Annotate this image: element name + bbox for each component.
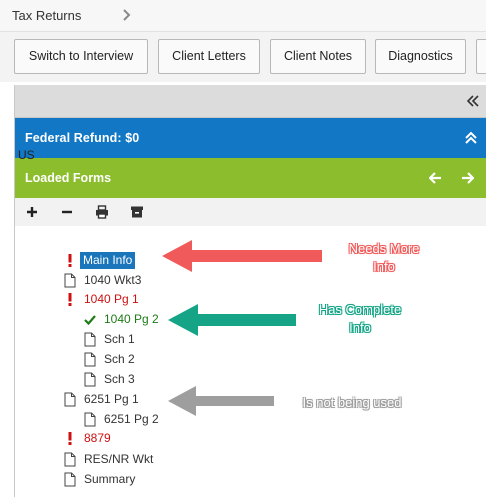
not-used-note: Is not being used [302,395,402,410]
green-arrow-icon [168,304,296,336]
gray-arrow-icon [168,386,274,416]
red-arrow-icon [162,240,322,272]
needs-more-info-note: Needs More Info [348,241,420,274]
has-complete-info-note: Has Complete Info [318,302,402,335]
